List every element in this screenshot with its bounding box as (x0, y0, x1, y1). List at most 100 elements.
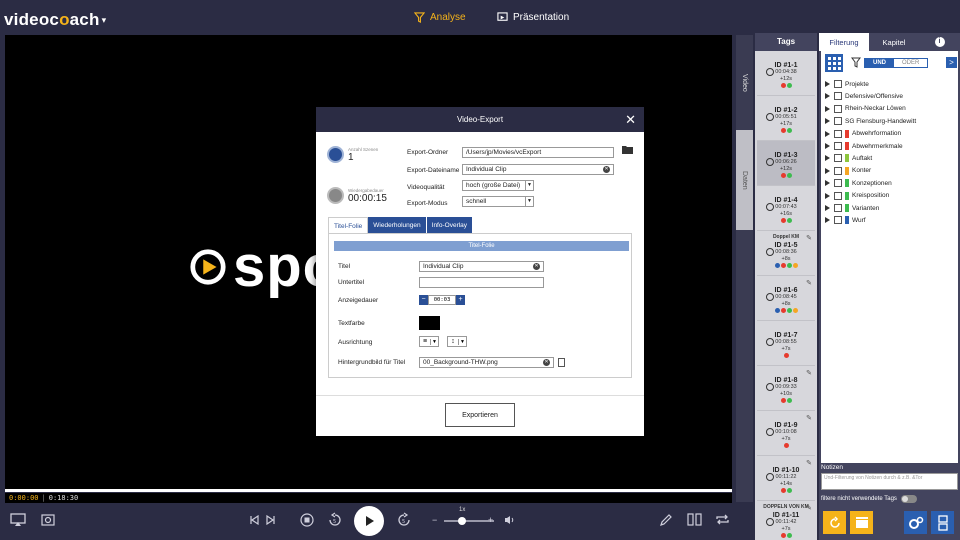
speed-minus-icon[interactable]: − (432, 515, 437, 525)
filter-row[interactable]: Konter (825, 165, 871, 177)
pencil-icon[interactable]: ✎ (806, 459, 812, 467)
untertitel-field[interactable] (419, 277, 544, 288)
stop-button[interactable] (300, 513, 314, 527)
filter-checkbox[interactable] (834, 179, 842, 188)
expand-triangle-icon[interactable] (825, 217, 830, 224)
volume-button[interactable] (504, 515, 515, 525)
play-circle-icon[interactable] (766, 473, 774, 481)
tag-card[interactable]: ID #1-3 00:06:26 +12s (757, 141, 815, 186)
play-circle-icon[interactable] (766, 428, 774, 436)
filter-row[interactable]: Auftakt (825, 152, 872, 164)
expand-triangle-icon[interactable] (825, 130, 830, 137)
filter-row[interactable]: Defensive/Offensive (825, 90, 903, 102)
tab-kapitel[interactable]: Kapitel (869, 33, 919, 51)
video-quality-select[interactable]: hoch (große Datei) ▼ (462, 180, 534, 191)
expand-triangle-icon[interactable] (825, 180, 830, 187)
airplay-button[interactable] (10, 513, 26, 527)
refresh-button[interactable] (823, 511, 846, 534)
filter-checkbox[interactable] (834, 204, 842, 212)
video-scrubber[interactable] (5, 489, 732, 492)
filter-checkbox[interactable] (834, 166, 842, 175)
expand-triangle-icon[interactable] (825, 205, 830, 211)
export-mode-select[interactable]: schnell ▼ (462, 196, 534, 207)
tab-wiederholungen[interactable]: Wiederholungen (368, 217, 427, 234)
play-circle-icon[interactable] (766, 338, 774, 346)
compare-button[interactable] (687, 513, 702, 526)
play-circle-icon[interactable] (766, 68, 774, 76)
play-circle-icon[interactable] (766, 248, 774, 256)
speed-plus-icon[interactable]: + (488, 515, 493, 525)
filter-row[interactable]: SG Flensburg-Handewitt (825, 115, 916, 127)
expand-triangle-icon[interactable] (825, 167, 830, 174)
export-filename-field[interactable]: Individual Clip ✕ (462, 164, 614, 175)
pencil-icon[interactable]: ✎ (806, 279, 812, 287)
und-option[interactable]: UND (865, 59, 894, 67)
snapshot-button[interactable] (41, 513, 55, 526)
pencil-icon[interactable]: ✎ (806, 369, 812, 377)
settings-button[interactable] (904, 511, 927, 534)
tab-info[interactable]: i (919, 33, 960, 51)
tag-card[interactable]: ID #1-4 00:07:43 +16s (757, 186, 815, 231)
filter-row[interactable]: Rhein-Neckar Löwen (825, 103, 906, 115)
nav-praesentation[interactable]: Präsentation (497, 12, 569, 23)
export-button[interactable]: Exportieren (445, 403, 515, 427)
filter-checkbox[interactable] (834, 117, 842, 126)
horizontal-align-select[interactable]: ≡ ▼ (419, 336, 439, 347)
filter-row[interactable]: Kreisposition (825, 190, 889, 202)
oder-option[interactable]: ODER (894, 59, 928, 67)
folder-icon[interactable] (621, 145, 634, 155)
plus-button[interactable]: + (456, 295, 465, 305)
close-icon[interactable]: ✕ (625, 107, 636, 132)
speed-slider[interactable] (444, 520, 494, 522)
expand-triangle-icon[interactable] (825, 93, 830, 100)
skip-forward-button[interactable] (266, 515, 276, 525)
minus-button[interactable]: − (419, 295, 428, 305)
clear-icon[interactable]: ✕ (533, 263, 540, 270)
tag-card[interactable]: ID #1-8 00:09:33 +10s ✎ (757, 366, 815, 411)
pencil-icon[interactable]: ✎ (806, 414, 812, 422)
filter-checkbox[interactable] (834, 154, 842, 163)
clear-icon[interactable]: ✕ (603, 166, 610, 173)
und-oder-toggle[interactable]: UND ODER (864, 58, 929, 68)
tab-info-overlay[interactable]: Info-Overlay (426, 217, 474, 234)
file-icon[interactable] (558, 358, 565, 367)
pencil-icon[interactable]: ✎ (806, 234, 812, 242)
expand-triangle-icon[interactable] (825, 192, 830, 199)
tag-card[interactable]: Doppel KM ID #1-5 00:08:36 +8s ✎ (757, 231, 815, 276)
filter-row[interactable]: Varianten (825, 202, 879, 214)
loop-button[interactable] (715, 513, 730, 526)
hintergrundbild-field[interactable]: 00_Background-THW.png ✕ (419, 357, 554, 368)
rewind-5-button[interactable]: 5 (327, 512, 343, 528)
play-circle-icon[interactable] (766, 518, 774, 526)
anzeigedauer-value[interactable]: 00:03 (428, 295, 456, 305)
filter-checkbox[interactable] (834, 191, 842, 200)
play-circle-icon[interactable] (766, 383, 774, 391)
speed-slider-knob[interactable] (458, 517, 466, 525)
play-circle-icon[interactable] (766, 113, 774, 121)
tag-card[interactable]: ID #1-1 00:04:38 +12s (757, 51, 815, 96)
expand-triangle-icon[interactable] (825, 81, 830, 87)
tag-card[interactable]: ID #1-6 00:08:45 +8s ✎ (757, 276, 815, 321)
filter-checkbox[interactable] (834, 92, 842, 101)
filter-checkbox[interactable] (834, 216, 842, 225)
filter-checkbox[interactable] (834, 142, 842, 150)
strip-tab-video[interactable]: Video (736, 35, 753, 130)
play-circle-icon[interactable] (766, 293, 774, 301)
draw-button[interactable] (659, 513, 673, 527)
clapper-button[interactable] (850, 511, 873, 534)
export-folder-field[interactable]: /Users/jp/Movies/vcExport (462, 147, 614, 158)
tag-card[interactable]: ID #1-2 00:05:51 +17s (757, 96, 815, 141)
layout-button[interactable] (931, 511, 954, 534)
tag-card[interactable]: DOPPELN VON KM ID #1-11 00:11:42 +7s ✎ (757, 501, 815, 540)
play-circle-icon[interactable] (766, 158, 774, 166)
filter-next-button[interactable]: > (946, 57, 957, 68)
clear-icon[interactable]: ✕ (543, 359, 550, 366)
pencil-icon[interactable]: ✎ (806, 504, 812, 512)
filter-checkbox[interactable] (834, 80, 842, 88)
expand-triangle-icon[interactable] (825, 105, 830, 112)
play-button[interactable] (354, 506, 384, 536)
filter-checkbox[interactable] (834, 104, 842, 113)
tag-card[interactable]: ID #1-7 00:08:55 +7s (757, 321, 815, 366)
strip-tab-daten[interactable]: Daten (736, 130, 753, 230)
expand-triangle-icon[interactable] (825, 143, 830, 149)
